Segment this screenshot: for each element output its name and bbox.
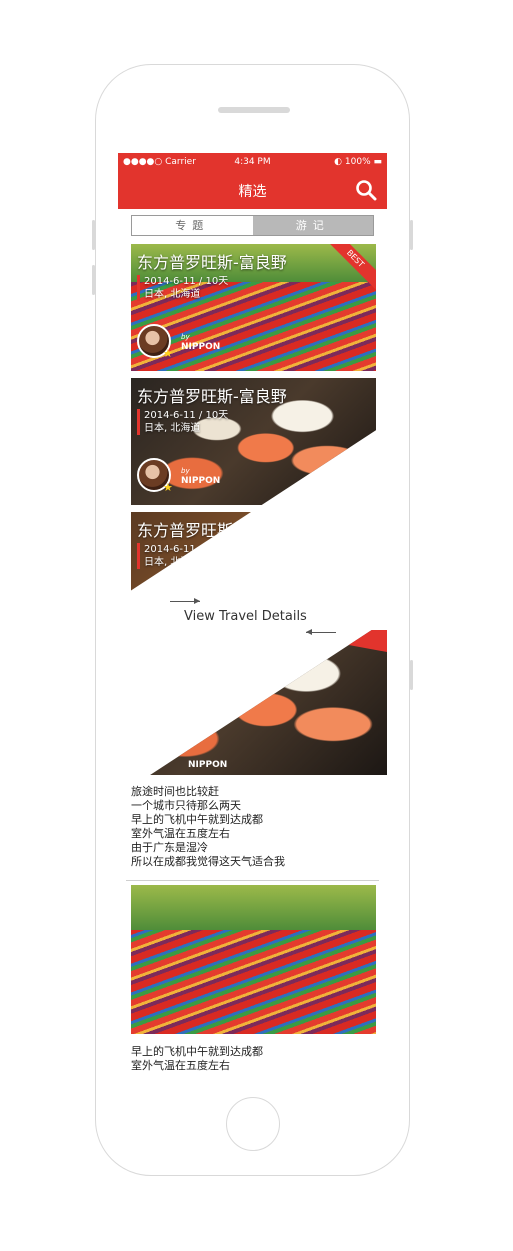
- page-title: 精选: [238, 184, 267, 200]
- card-location: 日本, 北海道: [144, 289, 201, 300]
- card-author[interactable]: NIPPON: [181, 476, 220, 486]
- detail-line: 由于广东是湿冷: [131, 841, 208, 854]
- status-bar: ●●●●○ Carrier 4:34 PM ◐ 100% ▬: [118, 153, 387, 171]
- card-author[interactable]: NIPPON: [181, 342, 220, 352]
- detail-paragraph: 旅途时间也比较赶 一个城市只待那么两天 早上的飞机中午就到达成都 室外气温在五度…: [131, 785, 376, 869]
- transition-caption: View Travel Details: [184, 609, 307, 624]
- card-location: 日本, 北海道: [144, 423, 201, 434]
- card-meta: 2014-6-11 / 10天 日本, 北海道: [137, 275, 228, 301]
- detail-line: 旅途时间也比较赶: [131, 785, 219, 798]
- phone-speaker: [218, 107, 290, 113]
- detail-paragraph: 早上的飞机中午就到达成都 室外气温在五度左右: [131, 1045, 376, 1073]
- star-icon: ★: [163, 347, 173, 360]
- card-date: 2014-6-11 / 10天: [144, 410, 229, 421]
- detail-line: 早上的飞机中午就到达成都: [131, 813, 263, 826]
- card-date: 2014-6-11 / 10天: [144, 276, 229, 287]
- home-button[interactable]: [226, 1097, 280, 1151]
- phone-side-button: [410, 220, 413, 250]
- travel-card[interactable]: 东方普罗旺斯-富良野 2014-6-11 / 10天 日本, 北海道 BEST …: [131, 244, 376, 371]
- phone-side-button: [92, 220, 95, 250]
- field-sky: [131, 885, 376, 930]
- card-meta: 2014-6-11 / 10天 日本, 北海道: [137, 409, 228, 435]
- detail-line: 所以在成都我觉得这天气适合我: [131, 855, 285, 868]
- phone-side-button: [410, 660, 413, 690]
- detail-line: 室外气温在五度左右: [131, 1059, 230, 1072]
- arrow-right-icon: [170, 598, 200, 604]
- arrow-left-icon: [306, 629, 336, 635]
- detail-line: 室外气温在五度左右: [131, 827, 230, 840]
- divider: [126, 880, 379, 881]
- card-title: 东方普罗旺斯-富良野: [137, 387, 287, 406]
- detail-field-image: [131, 885, 376, 1034]
- card-by-label: by: [181, 467, 190, 475]
- battery-label: ◐ 100% ▬: [334, 157, 382, 167]
- tab-travelogues[interactable]: 游记: [252, 216, 373, 235]
- battery-percent: 100%: [344, 157, 371, 167]
- detail-line: 早上的飞机中午就到达成都: [131, 1045, 263, 1058]
- star-icon: ★: [163, 481, 173, 494]
- card-by-label: by: [181, 333, 190, 341]
- phone-side-button: [92, 265, 95, 295]
- card-title: 东方普罗旺斯-富良野: [137, 253, 287, 272]
- detail-line: 一个城市只待那么两天: [131, 799, 241, 812]
- tab-topics[interactable]: 专题: [132, 216, 253, 235]
- detail-author: NIPPON: [188, 760, 228, 770]
- segmented-control: 专题 游记: [131, 215, 374, 236]
- nav-bar: 精选: [118, 171, 387, 209]
- search-icon[interactable]: [355, 179, 377, 201]
